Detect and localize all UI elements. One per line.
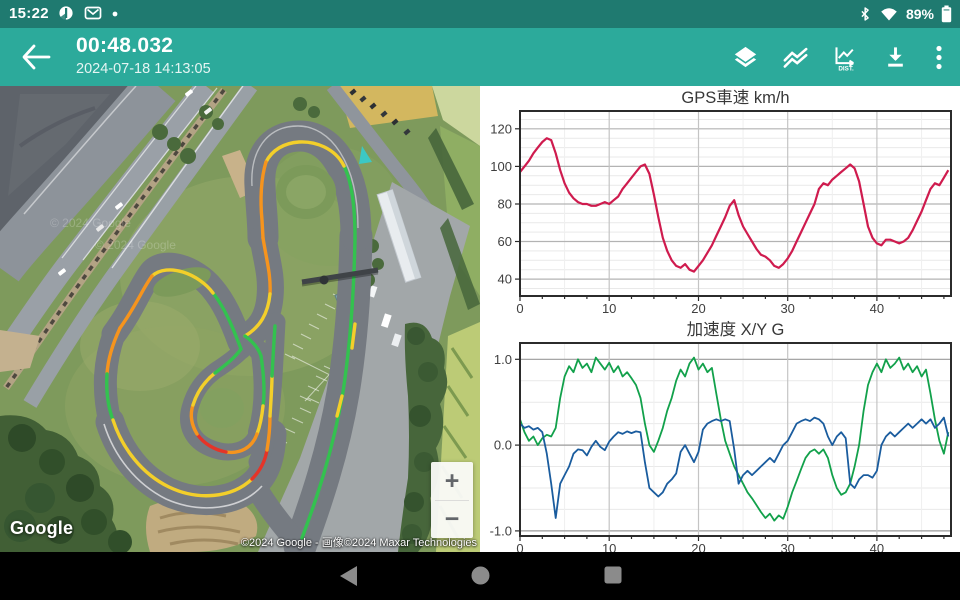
download-icon[interactable] — [882, 44, 909, 71]
svg-text:20: 20 — [691, 301, 705, 316]
line-chart-icon[interactable] — [782, 44, 809, 71]
lap-time-title: 00:48.032 — [76, 34, 211, 58]
layers-icon[interactable] — [732, 44, 759, 71]
appbar-actions: DIST. — [732, 28, 946, 86]
zoom-in-button[interactable]: + — [431, 462, 473, 500]
distance-chart-icon[interactable]: DIST. — [832, 44, 859, 71]
charts-panel: 0 10 20 30 40 40 60 80 100 120 GPS車速 km/h 0 10 20 30 4… — [480, 86, 960, 552]
nav-recents-icon[interactable] — [604, 566, 622, 584]
svg-text:60: 60 — [498, 234, 512, 249]
app-screen: 15:22 89% — [0, 0, 960, 600]
svg-text:0: 0 — [516, 301, 523, 316]
svg-text:DIST.: DIST. — [838, 65, 854, 71]
svg-text:30: 30 — [780, 541, 794, 552]
speed-chart[interactable]: 0 10 20 30 40 40 60 80 100 120 GPS車速 km/h — [480, 86, 960, 320]
status-bar: 15:22 89% — [0, 0, 960, 28]
zoom-out-button[interactable]: − — [431, 500, 473, 538]
battery-icon — [941, 5, 952, 23]
svg-text:加速度 X/Y G: 加速度 X/Y G — [687, 320, 785, 339]
svg-text:100: 100 — [490, 159, 512, 174]
accel-chart[interactable]: 0 10 20 30 40 -1.0 0.0 1.0 加速度 X/Y G — [480, 320, 960, 552]
overflow-menu-icon[interactable] — [932, 44, 946, 71]
android-nav-bar — [0, 552, 960, 600]
svg-text:30: 30 — [780, 301, 794, 316]
svg-text:-1.0: -1.0 — [490, 523, 512, 538]
svg-text:120: 120 — [490, 121, 512, 136]
session-datetime: 2024-07-18 14:13:05 — [76, 61, 211, 77]
back-arrow-icon[interactable] — [20, 43, 52, 71]
notification-dot-icon — [112, 11, 118, 17]
wifi-icon — [879, 6, 899, 23]
nav-home-icon[interactable] — [471, 566, 490, 585]
svg-text:0: 0 — [516, 541, 523, 552]
divider — [435, 500, 469, 501]
svg-text:10: 10 — [602, 301, 616, 316]
svg-text:80: 80 — [498, 197, 512, 212]
nav-back-icon[interactable] — [340, 566, 357, 586]
svg-text:GPS車速 km/h: GPS車速 km/h — [681, 88, 789, 107]
map-viewport[interactable]: © 2024 Google © 2024 Google Google ©2024… — [0, 86, 480, 552]
svg-text:40: 40 — [498, 272, 512, 287]
svg-text:0.0: 0.0 — [494, 438, 512, 453]
app-notification-icon — [58, 5, 74, 21]
satellite-map — [0, 86, 480, 552]
svg-text:40: 40 — [870, 301, 884, 316]
app-bar: 00:48.032 2024-07-18 14:13:05 DIST. — [0, 28, 960, 86]
battery-percent: 89% — [906, 6, 934, 22]
svg-text:20: 20 — [691, 541, 705, 552]
svg-text:40: 40 — [870, 541, 884, 552]
svg-text:1.0: 1.0 — [494, 352, 512, 367]
map-zoom-control: + − — [431, 462, 473, 538]
gmail-icon — [84, 5, 102, 21]
appbar-titles: 00:48.032 2024-07-18 14:13:05 — [76, 34, 211, 77]
clock: 15:22 — [9, 5, 49, 22]
google-logo: Google — [10, 518, 73, 539]
bluetooth-icon — [858, 5, 872, 23]
status-bar-right: 89% — [858, 0, 952, 28]
svg-text:10: 10 — [602, 541, 616, 552]
